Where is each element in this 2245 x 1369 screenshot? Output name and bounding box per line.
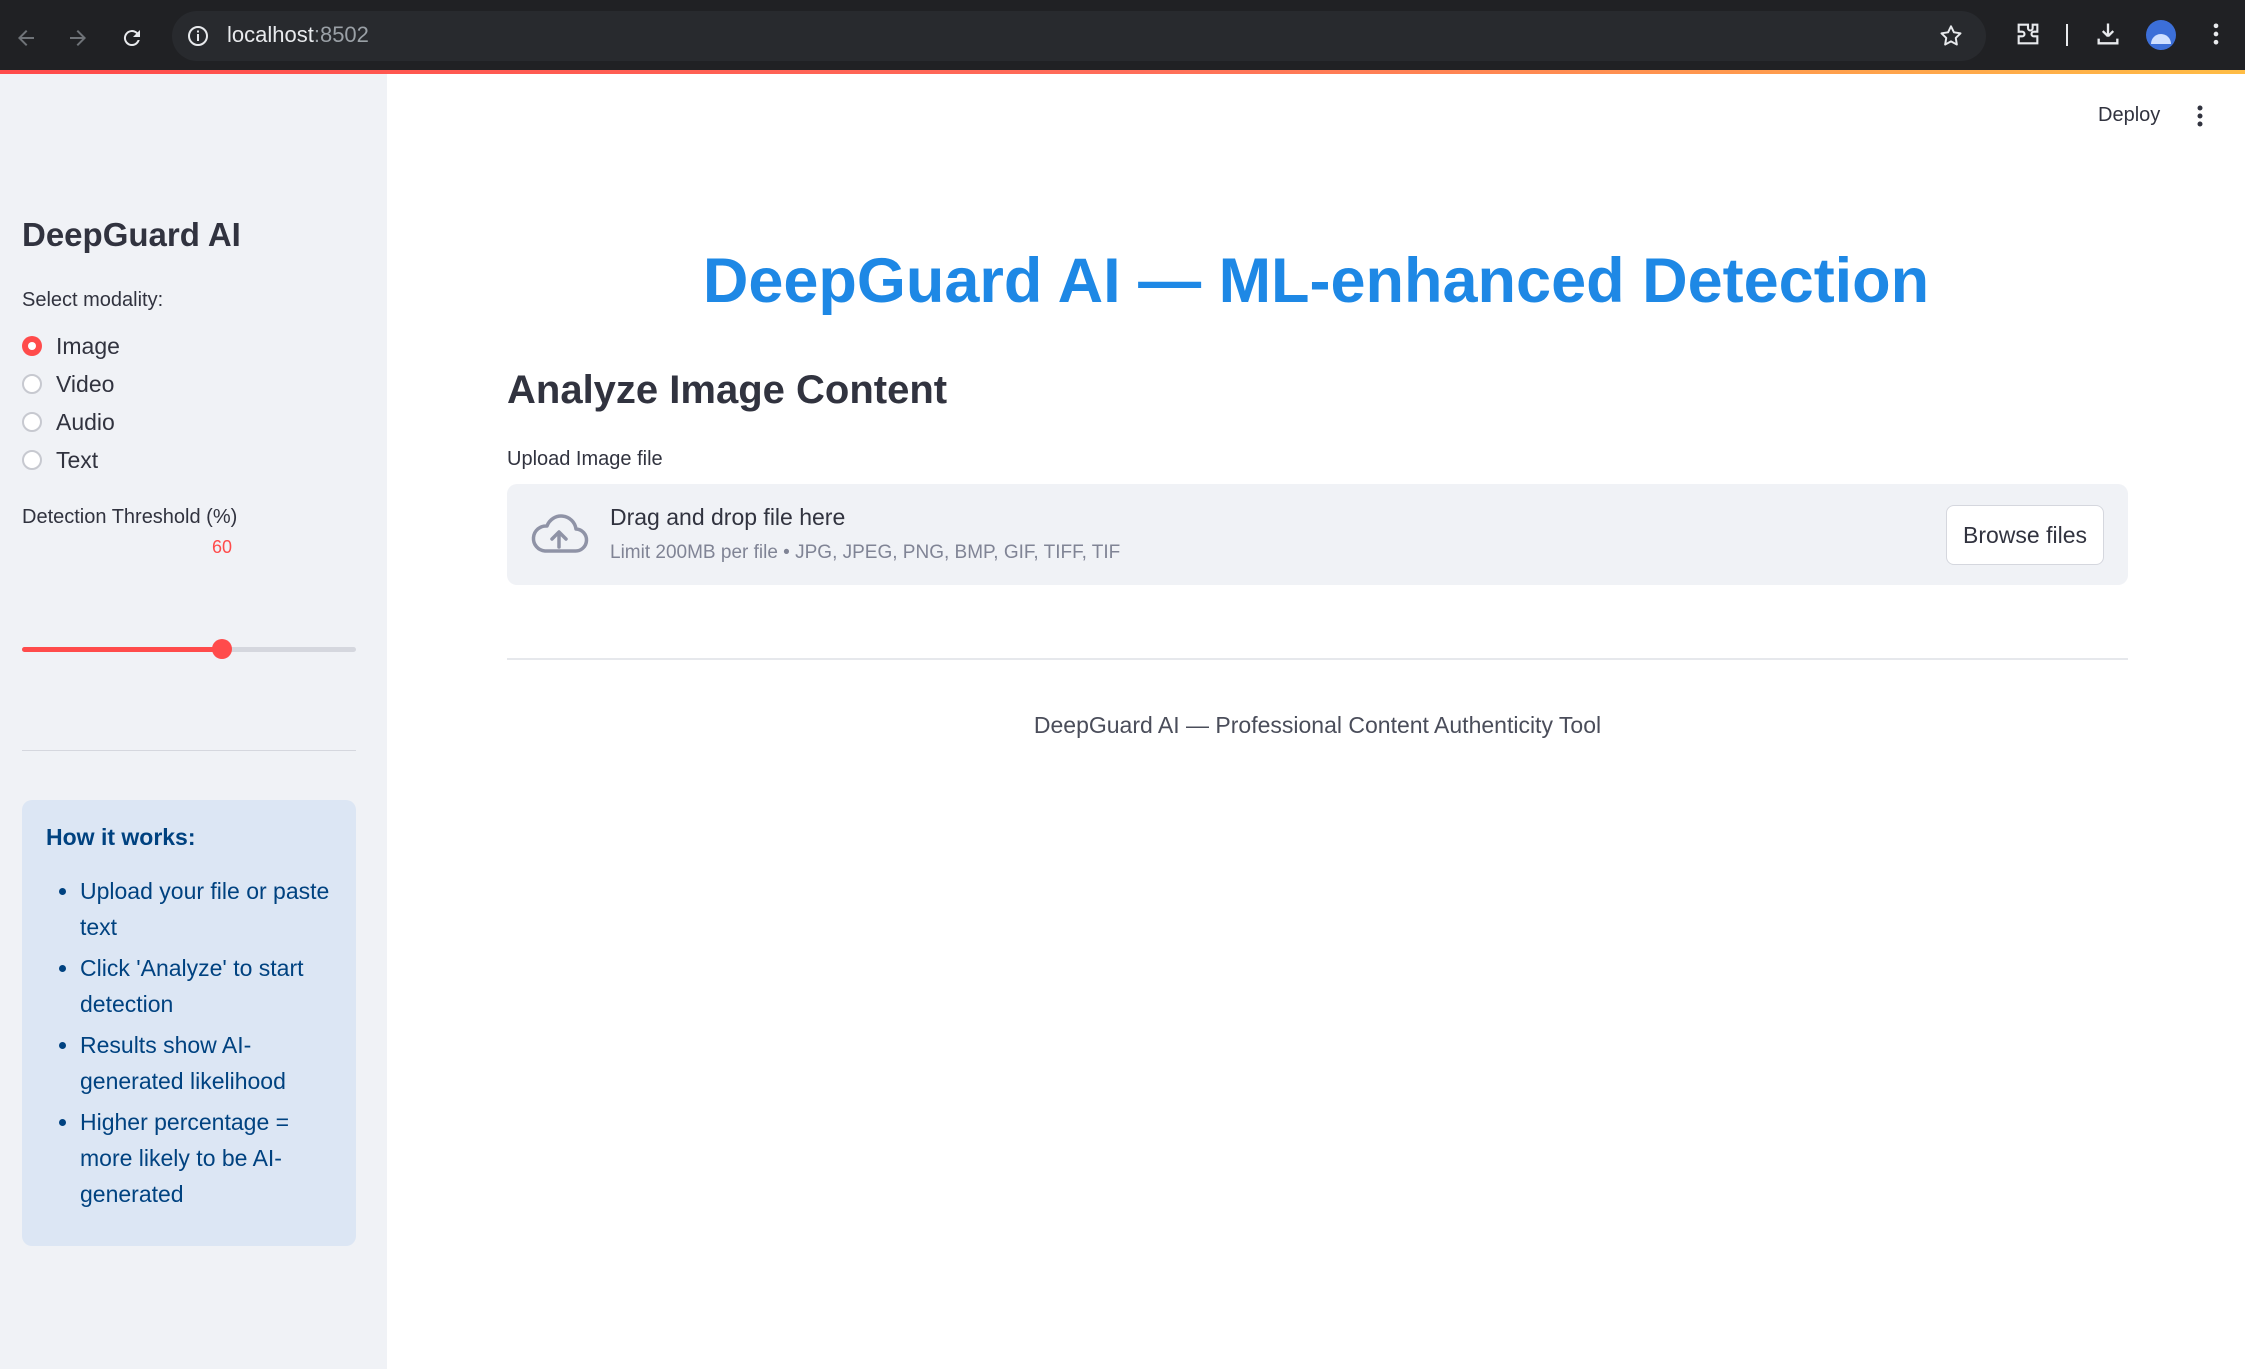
- radio-option-text[interactable]: Text: [22, 441, 120, 479]
- threshold-slider[interactable]: [22, 639, 356, 659]
- how-it-works-info-box: How it works: Upload your file or paste …: [22, 800, 356, 1246]
- chrome-menu-icon[interactable]: [2202, 20, 2230, 48]
- radio-option-image[interactable]: Image: [22, 327, 120, 365]
- radio-label: Video: [56, 370, 115, 397]
- main-divider: [507, 658, 2128, 660]
- radio-label: Text: [56, 446, 99, 473]
- toolbar-separator: [2066, 24, 2068, 46]
- dropzone-title: Drag and drop file here: [610, 504, 846, 530]
- info-icon[interactable]: [186, 24, 210, 48]
- radio-button[interactable]: [22, 450, 42, 470]
- address-bar[interactable]: localhost:8502: [172, 11, 1986, 61]
- upload-label: Upload Image file: [507, 448, 663, 470]
- cloud-upload-icon: [531, 514, 589, 553]
- info-title: How it works:: [46, 824, 196, 850]
- threshold-slider-thumb[interactable]: [212, 639, 232, 659]
- download-icon[interactable]: [2094, 20, 2122, 48]
- section-heading: Analyze Image Content: [507, 368, 948, 412]
- profile-avatar[interactable]: [2146, 20, 2176, 50]
- threshold-label: Detection Threshold (%): [22, 506, 238, 528]
- radio-label: Image: [56, 332, 120, 359]
- radio-button[interactable]: [22, 412, 42, 432]
- info-list-item: Upload your file or paste text: [80, 873, 332, 945]
- bookmark-star-icon[interactable]: [1938, 23, 1964, 49]
- browse-files-button[interactable]: Browse files: [1946, 505, 2104, 565]
- extensions-icon[interactable]: [2014, 20, 2042, 48]
- modality-radio-group: Image Video Audio Text: [22, 327, 120, 479]
- radio-option-video[interactable]: Video: [22, 365, 120, 403]
- file-dropzone[interactable]: Drag and drop file here Limit 200MB per …: [507, 484, 2128, 585]
- radio-button[interactable]: [22, 374, 42, 394]
- radio-label: Audio: [56, 408, 115, 435]
- sidebar: DeepGuard AI Select modality: Image Vide…: [0, 74, 387, 1369]
- arrow-right-icon: [70, 30, 86, 46]
- browser-toolbar: localhost:8502: [0, 0, 2245, 70]
- footer-text: DeepGuard AI — Professional Content Auth…: [1033, 712, 1602, 738]
- info-list: Upload your file or paste text Click 'An…: [46, 873, 332, 1212]
- url-text: localhost:8502: [227, 22, 369, 47]
- info-list-item: Results show AI-generated likelihood: [80, 1027, 332, 1099]
- threshold-slider-fill: [22, 647, 222, 652]
- sidebar-title: DeepGuard AI: [22, 216, 241, 253]
- reload-button[interactable]: [116, 22, 148, 54]
- page-title: DeepGuard AI — ML-enhanced Detection: [702, 246, 1930, 316]
- modality-label: Select modality:: [22, 289, 164, 311]
- forward-button[interactable]: [62, 22, 94, 54]
- threshold-value: 60: [211, 537, 233, 557]
- info-list-item: Click 'Analyze' to start detection: [80, 950, 332, 1022]
- sidebar-divider: [22, 750, 356, 751]
- info-list-item: Higher percentage = more likely to be AI…: [80, 1104, 332, 1212]
- avatar-figure: [2151, 34, 2171, 44]
- app-menu-icon[interactable]: [2190, 104, 2210, 128]
- radio-button-checked[interactable]: [22, 336, 42, 356]
- dropzone-limit-text: Limit 200MB per file • JPG, JPEG, PNG, B…: [610, 542, 1121, 563]
- reload-icon: [123, 30, 140, 47]
- deploy-button[interactable]: Deploy: [2098, 104, 2160, 127]
- back-button[interactable]: [10, 22, 42, 54]
- radio-option-audio[interactable]: Audio: [22, 403, 120, 441]
- arrow-left-icon: [18, 30, 34, 46]
